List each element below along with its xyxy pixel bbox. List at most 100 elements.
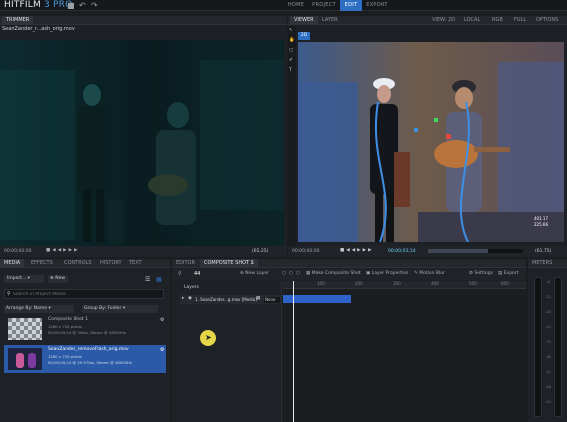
list-view-icon[interactable]: ☰	[145, 276, 150, 283]
settings-icon[interactable]: ⚙	[160, 347, 164, 353]
viewer-header: VIEWER LAYER VIEW: 2D LOCAL RGB FULL OPT…	[288, 16, 567, 25]
import-button[interactable]: Import... ▾	[4, 275, 44, 283]
tab-home[interactable]: HOME	[284, 0, 308, 11]
viewer-timecode-start: 00;00;00;00	[292, 249, 320, 254]
tab-edit[interactable]: EDIT	[340, 0, 362, 11]
viewer-transport: 00;00;00;00 ■◀◀▶▶▶ 00;00;03;14 (61.75)	[288, 246, 567, 257]
viewer-video-frame	[298, 42, 564, 242]
new-label: New	[55, 276, 66, 281]
timeline-search-icon[interactable]: ⚲	[178, 271, 182, 277]
trimmer-video[interactable]	[0, 40, 284, 246]
layers-list: Layers ▸ ◉ 1. SeanZander...g.mov [Media]…	[172, 281, 282, 422]
media-item-selected[interactable]: SeanZander_removeFlash_orig.mov 1280 x 7…	[4, 345, 166, 373]
viewer-view-option[interactable]: VIEW: 2D	[428, 16, 459, 25]
grid-view-icon[interactable]: ▦	[156, 276, 162, 283]
viewer-2d-badge[interactable]: 2D	[298, 32, 310, 40]
tab-media[interactable]: MEDIA	[0, 259, 25, 268]
layer-properties-label: Layer Properties	[371, 271, 409, 276]
blend-mode-select[interactable]: None	[264, 297, 280, 303]
timeline-ruler[interactable]: 100 200 300 400 500 600	[283, 281, 526, 289]
tab-layer[interactable]: LAYER	[318, 16, 342, 25]
mask-tool-icon[interactable]: ▢	[289, 48, 293, 53]
pen-tool-icon[interactable]: ✐	[289, 58, 293, 63]
tab-trimmer[interactable]: TRIMMER	[2, 16, 34, 25]
new-layer-button[interactable]: ⊕ New Layer	[240, 271, 269, 276]
trimmer-zoom: (65.25)	[252, 249, 269, 254]
tab-text[interactable]: TEXT	[125, 259, 146, 268]
pan-tool-icon[interactable]: ✋	[289, 38, 295, 43]
tab-history[interactable]: HISTORY	[96, 259, 126, 268]
ruler-tick: 300	[393, 281, 401, 286]
timeline-controls[interactable]: ○○○	[282, 271, 303, 276]
tab-project[interactable]: PROJECT	[309, 0, 339, 11]
trimmer-play-controls[interactable]: ■◀◀▶▶▶	[46, 248, 80, 253]
meter-label: -30	[545, 340, 551, 344]
tab-editor[interactable]: EDITOR	[172, 259, 199, 268]
media-item-name: SeanZander_removeFlash_orig.mov	[48, 347, 129, 352]
export-button[interactable]: ▤ Export	[498, 271, 518, 276]
media-search[interactable]: ⚲	[4, 289, 164, 299]
tab-viewer[interactable]: VIEWER	[290, 16, 318, 25]
meter-right	[554, 277, 562, 417]
trimmer-video-frame	[0, 40, 284, 246]
layer-row[interactable]: ▸ ◉ 1. SeanZander...g.mov [Media] ▦ None	[180, 295, 282, 304]
app-name: HITFILM	[4, 0, 41, 10]
tab-controls[interactable]: CONTROLS	[60, 259, 96, 268]
settings-icon[interactable]: ⚙	[160, 317, 164, 323]
visibility-icon[interactable]: ◉	[188, 296, 192, 301]
search-input[interactable]	[13, 291, 161, 298]
media-panel: MEDIA EFFECTS CONTROLS HISTORY TEXT Impo…	[0, 259, 170, 422]
clip-thumbnail	[8, 348, 42, 370]
make-composite-button[interactable]: ▦ Make Composite Shot	[306, 271, 361, 276]
meter-left	[534, 277, 542, 417]
settings-button[interactable]: ⚙ Settings	[469, 271, 493, 276]
viewer-rgb-option[interactable]: RGB	[488, 16, 507, 25]
trimmer-panel: TRIMMER SeanZander_r...ash_orig.mov 00;0…	[0, 16, 287, 257]
menu-bar: HITFILM 3 PRO ■ ↶ ↷ HOME PROJECT EDIT EX…	[0, 0, 567, 11]
layer-properties-button[interactable]: ▣ Layer Properties	[366, 271, 408, 276]
trimmer-clip-name: SeanZander_r...ash_orig.mov	[2, 26, 75, 32]
timeline[interactable]: 100 200 300 400 500 600	[283, 281, 526, 422]
layer-name: 1. SeanZander...g.mov [Media]	[195, 297, 257, 302]
ruler-tick: 500	[469, 281, 477, 286]
viewer-scrubber[interactable]	[428, 249, 523, 253]
viewer-options-menu[interactable]: OPTIONS	[532, 16, 562, 25]
layers-header: Layers	[184, 285, 199, 290]
undo-icon[interactable]: ↶	[79, 1, 86, 10]
meter-label: -12	[545, 295, 551, 299]
close-tab-icon[interactable]: ✕	[250, 259, 254, 268]
ruler-tick: 200	[355, 281, 363, 286]
viewer-local-option[interactable]: LOCAL	[460, 16, 484, 25]
save-icon[interactable]: ■	[67, 1, 75, 10]
viewer-video[interactable]	[298, 42, 564, 242]
motion-blur-button[interactable]: ✎ Motion Blur	[414, 271, 445, 276]
media-tabs: MEDIA EFFECTS CONTROLS HISTORY TEXT	[0, 259, 170, 268]
arrange-by-select[interactable]: Arrange By: Name ▾	[4, 305, 74, 313]
expand-arrow-icon[interactable]: ▸	[182, 296, 184, 301]
ruler-tick: 400	[431, 281, 439, 286]
text-tool-icon[interactable]: T	[289, 68, 292, 73]
layer-mode-icon: ▦	[256, 296, 261, 301]
viewer-play-controls[interactable]: ■◀◀▶▶▶	[340, 248, 374, 253]
viewer-full-option[interactable]: FULL	[510, 16, 530, 25]
meters-title: METERS	[528, 259, 567, 268]
export-label: Export	[503, 271, 519, 276]
tab-effects[interactable]: EFFECTS	[27, 259, 57, 268]
media-item[interactable]: Composite Shot 1 1280 x 720 pixels 00;00…	[4, 317, 166, 343]
tab-export[interactable]: EXPORT	[363, 0, 391, 11]
meter-label: -24	[545, 325, 551, 329]
meters-panel: METERS -6 -12 -18 -24 -30 -36 -42 -48 -5…	[528, 259, 567, 422]
select-tool-icon[interactable]: ↖	[289, 28, 293, 33]
redo-icon[interactable]: ↷	[91, 1, 98, 10]
new-media-button[interactable]: ⊕ New	[48, 275, 68, 283]
playhead[interactable]	[293, 281, 294, 422]
meter-label: -42	[545, 370, 551, 374]
group-by-select[interactable]: Group By: Folder ▾	[82, 305, 158, 313]
viewer-toolbar: ↖ ✋ ▢ ✐ T	[288, 26, 296, 246]
viewer-scrubber-fill	[428, 249, 488, 253]
thumb-figure-1	[16, 353, 24, 368]
make-composite-label: Make Composite Shot	[311, 271, 361, 276]
import-label: Import...	[7, 276, 27, 281]
search-icon: ⚲	[7, 291, 11, 297]
mouse-cursor-icon: ➤	[205, 333, 212, 342]
